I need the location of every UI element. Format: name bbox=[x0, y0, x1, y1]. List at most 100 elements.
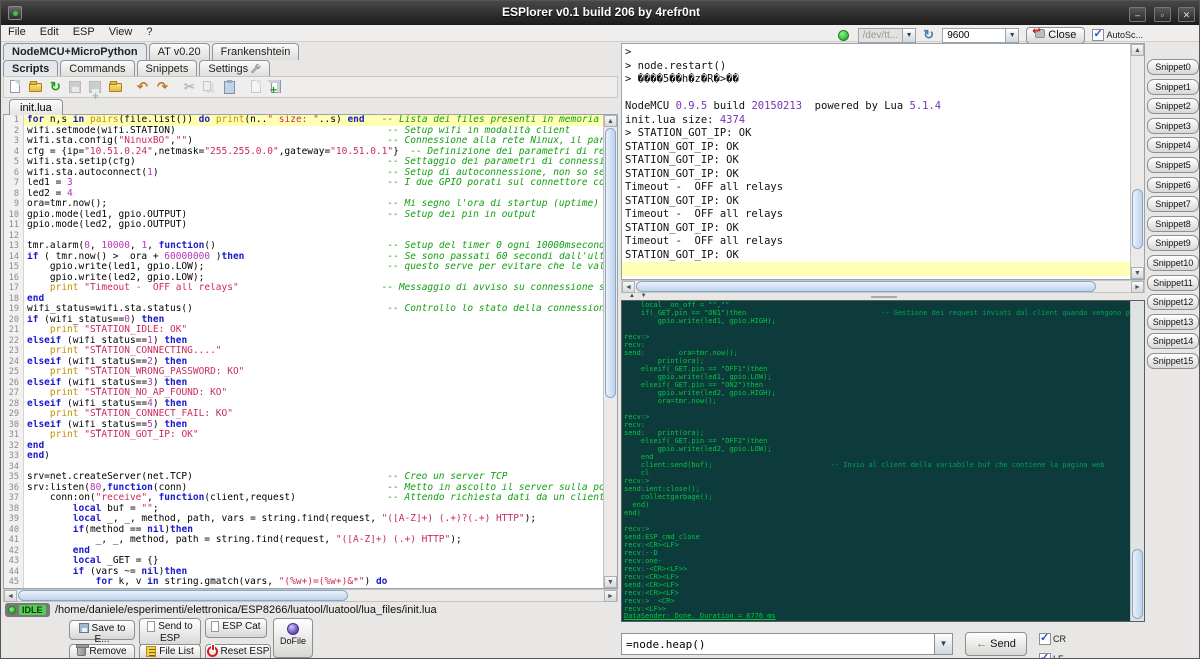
scrollbar-thumb[interactable] bbox=[1132, 549, 1143, 619]
editor-line[interactable]: 41 _, _, method, path = string.find(requ… bbox=[4, 535, 603, 546]
editor-line[interactable]: 26elseif (wifi_status==3) then bbox=[4, 378, 603, 389]
snippet-button-5[interactable]: Snippet5 bbox=[1147, 157, 1199, 173]
editor-line[interactable]: 17 print "Timeout - OFF all relays" -- M… bbox=[4, 283, 603, 294]
send-to-esp-button[interactable]: Send to ESP bbox=[139, 618, 201, 646]
snippet-button-3[interactable]: Snippet3 bbox=[1147, 118, 1199, 134]
lf-checkbox[interactable] bbox=[1039, 653, 1051, 659]
editor-line[interactable]: 4cfg = {ip="10.51.0.24",netmask="255.255… bbox=[4, 147, 603, 158]
editor-line[interactable]: 19wifi_status=wifi.sta.status() -- Contr… bbox=[4, 304, 603, 315]
dofile-button[interactable]: DoFile bbox=[273, 618, 313, 658]
editor-line[interactable]: 7led1 = 3 -- I due GPIO porati sul conne… bbox=[4, 178, 603, 189]
maximize-button[interactable]: ▫ bbox=[1154, 7, 1171, 22]
terminal-vertical-scrollbar[interactable] bbox=[1130, 301, 1144, 621]
editor-line[interactable]: 18end bbox=[4, 294, 603, 305]
add-snippet-button[interactable] bbox=[267, 78, 286, 96]
scroll-right-icon[interactable]: ► bbox=[604, 590, 617, 602]
editor-line[interactable]: 24elseif (wifi_status==2) then bbox=[4, 357, 603, 368]
chevron-down-icon[interactable]: ▼ bbox=[934, 634, 952, 654]
send-button[interactable]: ← Send bbox=[965, 632, 1027, 656]
minimize-button[interactable]: – bbox=[1129, 7, 1146, 22]
editor-line[interactable]: 8led2 = 4 bbox=[4, 189, 603, 200]
snippet-button-1[interactable]: Snippet1 bbox=[1147, 79, 1199, 95]
scrollbar-thumb[interactable] bbox=[636, 281, 1096, 292]
scroll-up-icon[interactable]: ▲ bbox=[604, 115, 617, 127]
editor-line[interactable]: 27 print "STATION_NO_AP_FOUND: KO" bbox=[4, 388, 603, 399]
editor-line[interactable]: 1for n,s in pairs(file.list()) do print(… bbox=[4, 115, 603, 126]
snippet-button-11[interactable]: Snippet11 bbox=[1147, 275, 1199, 291]
snippet-button-14[interactable]: Snippet14 bbox=[1147, 333, 1199, 349]
editor-vertical-scrollbar[interactable]: ▲ ▼ bbox=[603, 115, 617, 588]
snippet-button-2[interactable]: Snippet2 bbox=[1147, 98, 1199, 114]
editor-line[interactable]: 39 local _, _, method, path, vars = stri… bbox=[4, 514, 603, 525]
editor-line[interactable]: 9ora=tmr.now(); -- Mi segno l'ora di sta… bbox=[4, 199, 603, 210]
menu-item-help[interactable]: ? bbox=[139, 25, 159, 39]
editor-line[interactable]: 2wifi.setmode(wifi.STATION) -- Setup wif… bbox=[4, 126, 603, 137]
snippet-button-4[interactable]: Snippet4 bbox=[1147, 137, 1199, 153]
editor-line[interactable]: 42 end bbox=[4, 546, 603, 557]
code-editor[interactable]: 1for n,s in pairs(file.list()) do print(… bbox=[3, 115, 618, 589]
editor-horizontal-scrollbar[interactable]: ◄ ► bbox=[3, 589, 618, 602]
remove-button[interactable]: Remove bbox=[69, 644, 135, 659]
snippet-button-7[interactable]: Snippet7 bbox=[1147, 196, 1199, 212]
sub-tab-snippets[interactable]: Snippets bbox=[137, 60, 198, 77]
editor-line[interactable]: 37 conn:on("receive", function(client,re… bbox=[4, 493, 603, 504]
panel-splitter[interactable]: ▲ ▼ bbox=[621, 293, 1145, 300]
baud-rate-select[interactable]: 9600▼ bbox=[942, 28, 1019, 43]
editor-line[interactable]: 32end bbox=[4, 441, 603, 452]
autoscroll-checkbox[interactable] bbox=[1092, 29, 1104, 41]
editor-line[interactable]: 16 gpio.write(led2, gpio.LOW); bbox=[4, 273, 603, 284]
editor-line[interactable]: 31 print "STATION_GOT_IP: OK" bbox=[4, 430, 603, 441]
editor-line[interactable]: 12 bbox=[4, 231, 603, 242]
scroll-down-icon[interactable]: ▼ bbox=[604, 576, 617, 588]
sub-tab-commands[interactable]: Commands bbox=[60, 60, 134, 77]
menu-item-edit[interactable]: Edit bbox=[33, 25, 66, 39]
main-tab-nodemcu-micropython[interactable]: NodeMCU+MicroPython bbox=[3, 43, 147, 60]
scroll-up-icon[interactable]: ▲ bbox=[1131, 44, 1144, 56]
scrollbar-thumb[interactable] bbox=[18, 590, 348, 601]
serial-port-select[interactable]: /dev/tt...▼ bbox=[858, 28, 917, 43]
new-file-button[interactable] bbox=[6, 78, 25, 96]
reset-esp-button[interactable]: Reset ESP bbox=[205, 644, 271, 659]
cr-checkbox[interactable] bbox=[1039, 633, 1051, 645]
scroll-right-icon[interactable]: ► bbox=[1131, 281, 1144, 293]
menu-item-file[interactable]: File bbox=[1, 25, 33, 39]
editor-line[interactable]: 40 if(method == nil)then bbox=[4, 525, 603, 536]
menu-item-view[interactable]: View bbox=[102, 25, 140, 39]
editor-line[interactable]: 33end) bbox=[4, 451, 603, 462]
paste-button[interactable] bbox=[220, 78, 239, 96]
splitter-arrows-icon[interactable]: ▲ ▼ bbox=[629, 293, 649, 299]
snippet-button-13[interactable]: Snippet13 bbox=[1147, 314, 1199, 330]
open-folder-button[interactable] bbox=[26, 78, 45, 96]
send-log-terminal[interactable]: local _on_off = "","" if(_GET.pin == "ON… bbox=[621, 300, 1145, 622]
reload-button[interactable]: ↻ bbox=[46, 78, 65, 96]
esp-cat-button[interactable]: ESP Cat bbox=[205, 618, 267, 638]
file-tab-init-lua[interactable]: init.lua bbox=[9, 99, 63, 116]
save-to-esp-button[interactable]: Save to E... bbox=[69, 620, 135, 640]
editor-line[interactable]: 35srv=net.createServer(net.TCP) -- Creo … bbox=[4, 472, 603, 483]
editor-line[interactable]: 13tmr.alarm(0, 10000, 1, function() -- S… bbox=[4, 241, 603, 252]
scrollbar-thumb[interactable] bbox=[1132, 189, 1143, 249]
editor-line[interactable]: 5wifi.sta.setip(cfg) -- Settaggio dei pa… bbox=[4, 157, 603, 168]
scrollbar-thumb[interactable] bbox=[605, 128, 616, 398]
console-horizontal-scrollbar[interactable]: ◄ ► bbox=[621, 280, 1145, 293]
snippet-button-8[interactable]: Snippet8 bbox=[1147, 216, 1199, 232]
snippet-button-15[interactable]: Snippet15 bbox=[1147, 353, 1199, 369]
editor-line[interactable]: 3wifi.sta.config("NinuxBO","") -- Connes… bbox=[4, 136, 603, 147]
editor-line[interactable]: 21 print "STATION_IDLE: OK" bbox=[4, 325, 603, 336]
snippet-button-12[interactable]: Snippet12 bbox=[1147, 294, 1199, 310]
console-vertical-scrollbar[interactable]: ▲ ▼ bbox=[1130, 44, 1144, 279]
editor-line[interactable]: 30elseif (wifi_status==5) then bbox=[4, 420, 603, 431]
command-combo[interactable]: ▼ bbox=[621, 633, 953, 655]
file-list-button[interactable]: File List bbox=[139, 644, 201, 659]
snippet-button-6[interactable]: Snippet6 bbox=[1147, 177, 1199, 193]
undo-button[interactable]: ↶ bbox=[133, 78, 152, 96]
editor-line[interactable]: 44 if (vars ~= nil)then bbox=[4, 567, 603, 578]
editor-line[interactable]: 45 for k, v in string.gmatch(vars, "(%w+… bbox=[4, 577, 603, 588]
scroll-down-icon[interactable]: ▼ bbox=[1131, 267, 1144, 279]
snippet-button-9[interactable]: Snippet9 bbox=[1147, 235, 1199, 251]
snippet-button-10[interactable]: Snippet10 bbox=[1147, 255, 1199, 271]
sub-tab-settings[interactable]: Settings bbox=[199, 60, 270, 77]
main-tab-frankenshtein[interactable]: Frankenshtein bbox=[212, 43, 300, 60]
scroll-left-icon[interactable]: ◄ bbox=[4, 590, 17, 602]
scroll-left-icon[interactable]: ◄ bbox=[622, 281, 635, 293]
